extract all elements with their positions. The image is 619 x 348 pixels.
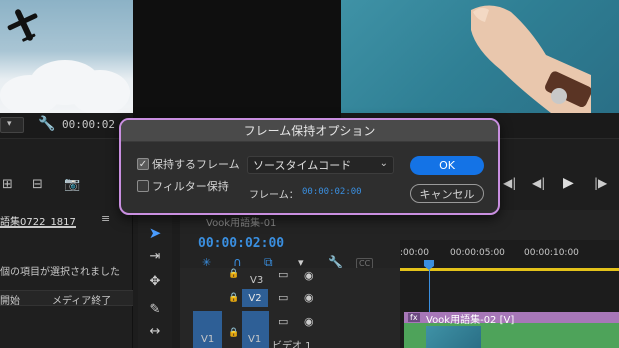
frame-value: 00:00:02:00 [302, 187, 362, 197]
razor-tool-icon[interactable]: ✎ [146, 300, 164, 318]
filter-hold-checkbox[interactable] [137, 180, 149, 192]
filter-hold-label: フィルター保持 [152, 180, 229, 193]
tab-underline [0, 226, 76, 228]
track-label-v1[interactable]: V1 [242, 311, 269, 348]
step-back-icon[interactable]: ◀| [503, 176, 516, 190]
film-icon[interactable]: ▭ [278, 268, 288, 281]
project-panel: 語集0722_1817 ≡ 個の項目が選択されました 開始 メディア終了 [0, 210, 133, 348]
col-media-end[interactable]: メディア終了 [52, 292, 111, 307]
track-label-v2[interactable]: V2 [242, 289, 268, 307]
hold-frame-label: 保持するフレーム [152, 158, 240, 171]
hold-frame-checkbox[interactable]: ✓ [137, 158, 149, 170]
hold-frame-checkbox-row[interactable]: ✓ 保持するフレーム [137, 156, 240, 172]
selection-tool-icon[interactable]: ➤ [146, 224, 164, 242]
fx-badge: fx [408, 313, 420, 322]
lock-icon[interactable]: 🔒 [228, 269, 239, 279]
eye-icon[interactable]: ◉ [304, 269, 314, 282]
source-monitor-frame [0, 0, 133, 113]
wrench-icon[interactable]: 🔧 [328, 255, 343, 269]
frame-label: フレーム： [249, 190, 299, 201]
film-icon[interactable]: ▭ [278, 315, 288, 328]
film-icon[interactable]: ▭ [278, 291, 288, 304]
track-select-tool-icon[interactable]: ⇥ [146, 247, 164, 265]
eye-icon[interactable]: ◉ [304, 315, 314, 328]
frame-back-icon[interactable]: ◀| [532, 176, 545, 190]
insert-icon[interactable]: ⊞ [2, 177, 13, 192]
lock-icon[interactable]: 🔒 [228, 293, 239, 303]
video-clip[interactable]: fx Vook用語集-02 [V] [404, 312, 619, 348]
menu-icon[interactable]: ≡ [101, 212, 110, 225]
source-patch-v1[interactable]: V1 [193, 311, 222, 348]
frame-source-value: ソースタイムコード [253, 159, 352, 172]
col-start[interactable]: 開始 [0, 292, 20, 307]
chevron-down-icon: ⌄ [379, 158, 388, 169]
ruler-tick-1: 00:00:05:00 [450, 248, 505, 258]
ruler-tick-2: 00:00:10:00 [524, 248, 579, 258]
clip-thumbnail [426, 326, 481, 348]
track-name-v1: ビデオ 1 [272, 341, 312, 348]
work-area-bar[interactable] [400, 268, 619, 271]
column-header-row: 開始 メディア終了 [0, 290, 133, 307]
source-timecode: 00:00:02 [62, 118, 115, 131]
magnet-icon[interactable]: ∩ [233, 255, 242, 269]
tools-panel: ➤ ⇥ ✥ ✎ ↔ [138, 210, 172, 348]
timeline-area: :00:00 00:00:05:00 00:00:10:00 fx Vook用語… [400, 240, 619, 348]
overwrite-icon[interactable]: ⊟ [32, 177, 43, 192]
filter-hold-checkbox-row[interactable]: フィルター保持 [137, 178, 229, 194]
play-icon[interactable]: ▶ [563, 175, 574, 191]
lock-icon[interactable]: 🔒 [228, 328, 239, 338]
frame-forward-icon[interactable]: |▶ [594, 176, 607, 190]
cancel-button[interactable]: キャンセル [410, 184, 484, 203]
track-headers: 🔒 V3 ▭ ◉ 🔒 V2 ▭ ◉ V1 🔒 V1 ▭ ◉ ビデオ 1 [180, 268, 400, 348]
chevron-down-icon: ▾ [7, 119, 12, 129]
source-monitor-controls: ▾ 🔧 00:00:02 [0, 113, 133, 138]
ok-button[interactable]: OK [410, 156, 484, 175]
program-monitor-frame [341, 0, 619, 113]
ripple-edit-tool-icon[interactable]: ✥ [146, 272, 164, 290]
clip-label: Vook用語集-02 [V] [426, 315, 515, 326]
slip-tool-icon[interactable]: ↔ [146, 322, 164, 340]
eye-icon[interactable]: ◉ [304, 291, 314, 304]
camera-icon[interactable]: 📷 [64, 177, 80, 192]
frame-hold-options-dialog: フレーム保持オプション ✓ 保持するフレーム ソースタイムコード ⌄ OK フィ… [119, 118, 500, 215]
airplane-image [7, 9, 38, 42]
frame-source-select[interactable]: ソースタイムコード ⌄ [247, 156, 394, 174]
hand-watch-image [471, 5, 591, 113]
track-label-v3[interactable]: V3 [250, 275, 263, 286]
ruler-tick-0: :00:00 [400, 248, 429, 258]
dialog-title: フレーム保持オプション [121, 120, 498, 142]
zoom-dropdown[interactable]: ▾ [0, 117, 24, 133]
timeline-timecode[interactable]: 00:00:02:00 [198, 236, 284, 251]
selection-info: 個の項目が選択されました [0, 267, 120, 278]
timeline-tab[interactable]: Vook用語集-01 [206, 214, 276, 229]
wrench-icon[interactable]: 🔧 [38, 116, 55, 132]
